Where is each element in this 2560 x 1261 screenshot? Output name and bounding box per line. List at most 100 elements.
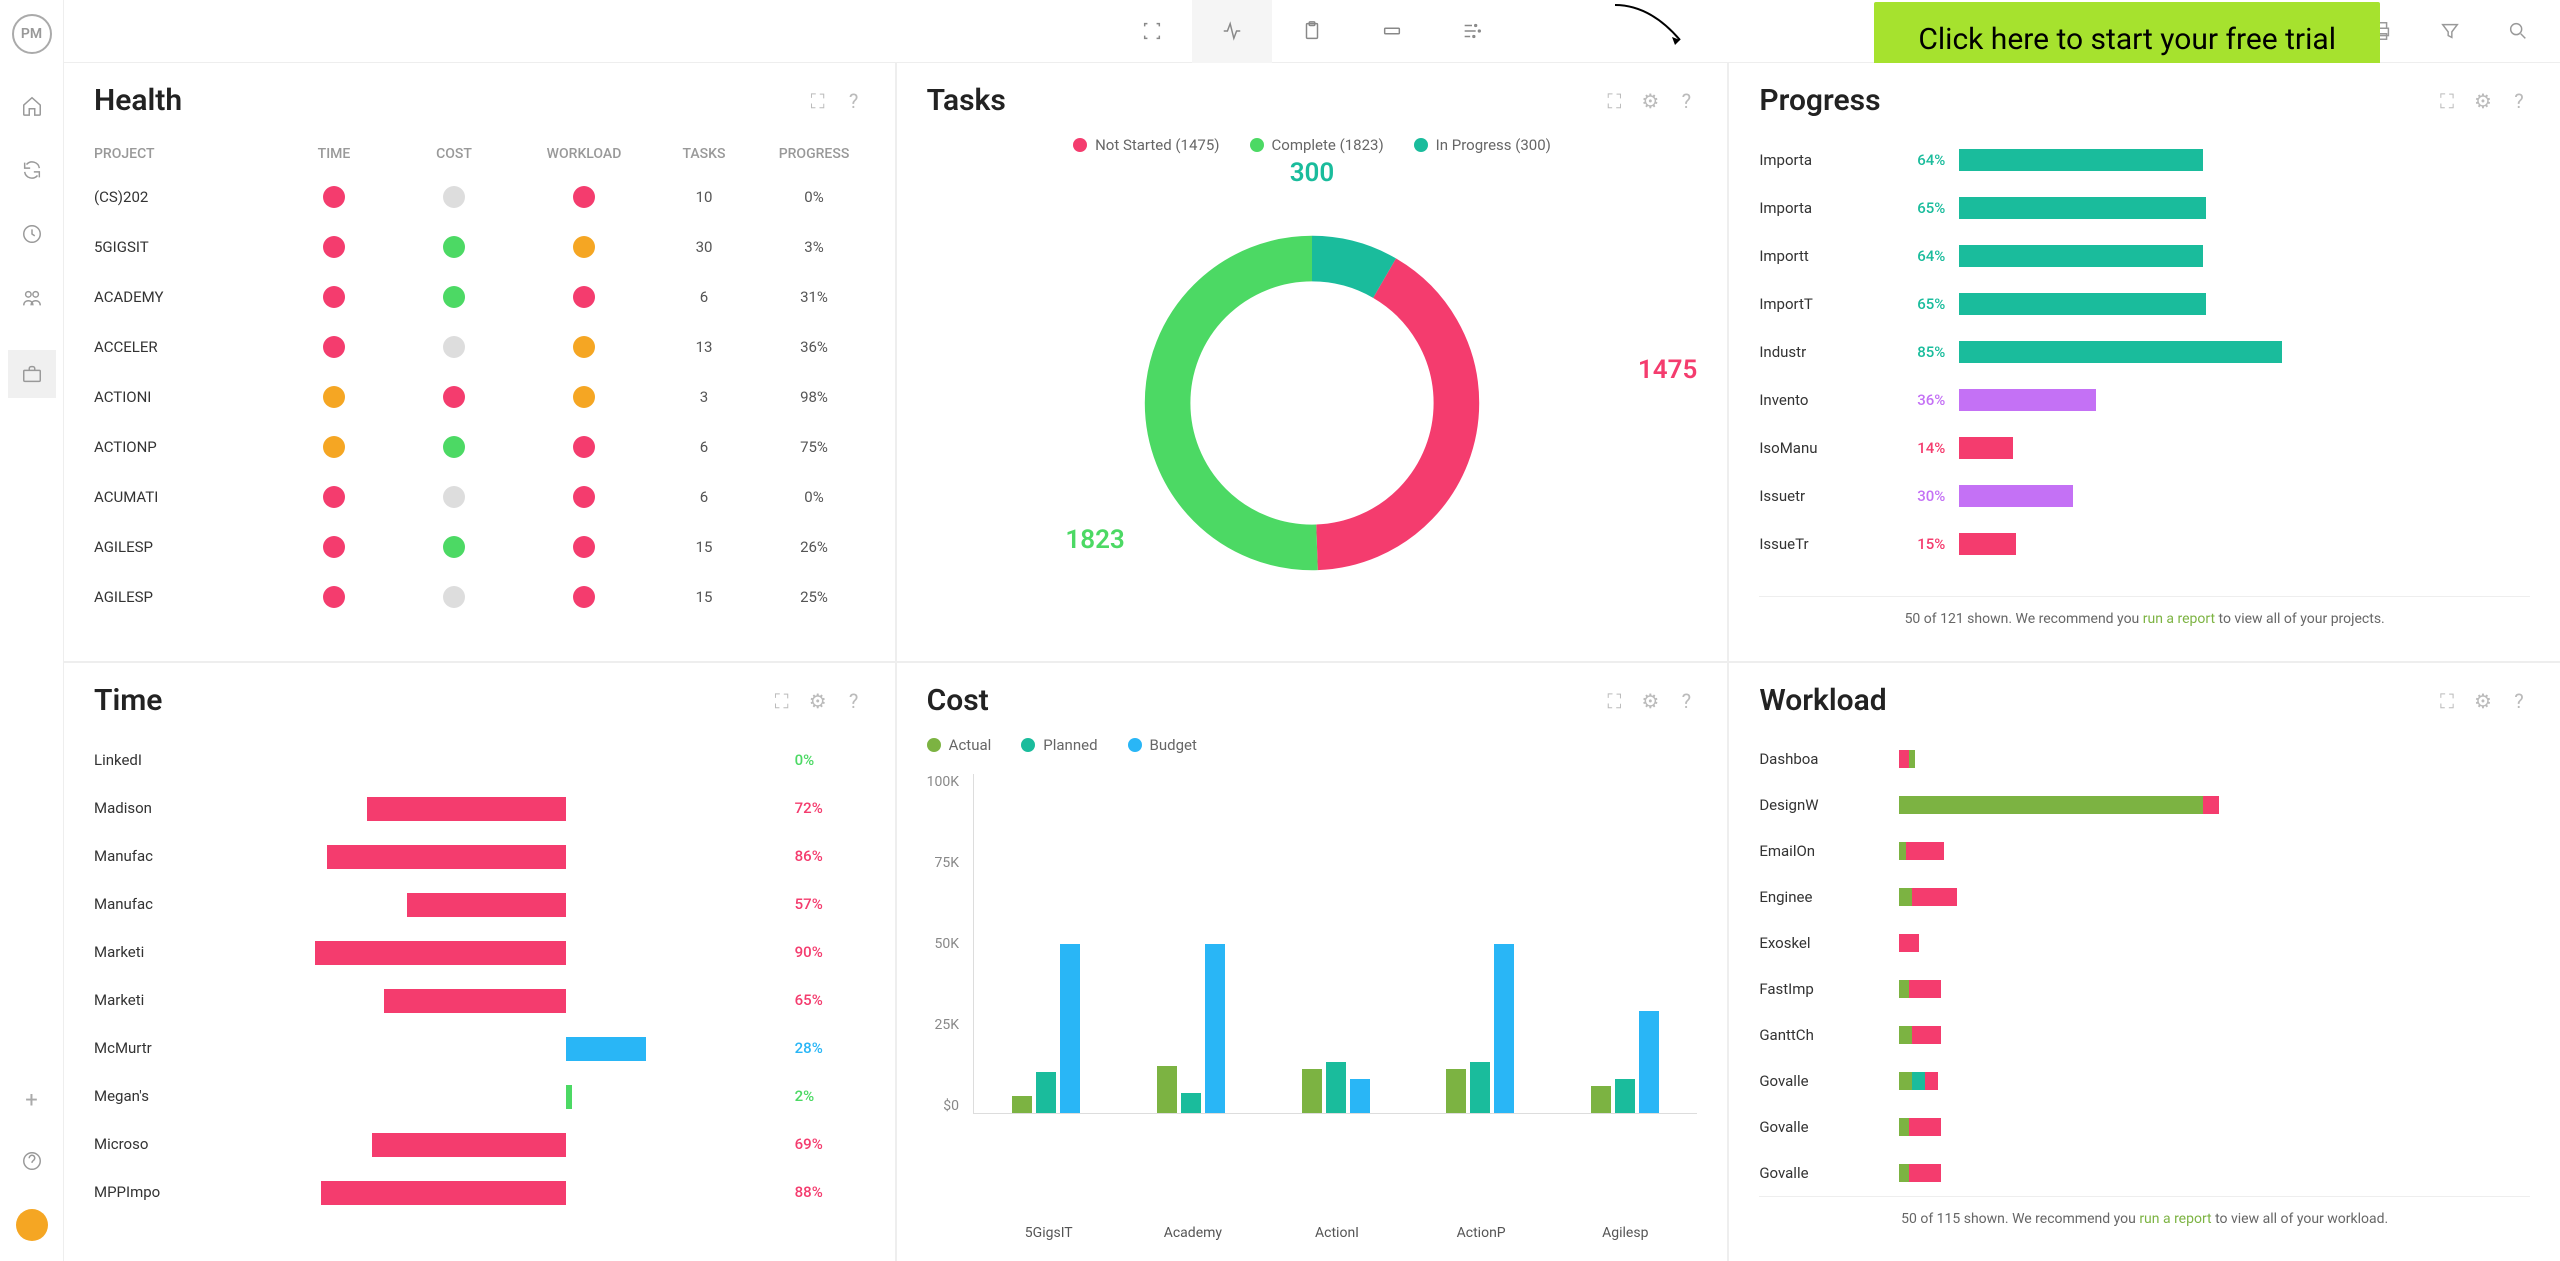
- activity-icon[interactable]: [1192, 0, 1272, 64]
- workload-row[interactable]: Enginee: [1759, 874, 2530, 920]
- workload-row[interactable]: FastImp: [1759, 966, 2530, 1012]
- gear-icon[interactable]: ⚙: [2472, 690, 2494, 712]
- health-columns: PROJECT TIME COST WORKLOAD TASKS PROGRES…: [94, 136, 865, 172]
- health-row[interactable]: ACCELER 13 36%: [94, 322, 865, 372]
- progress-row[interactable]: IsoManu14%: [1759, 424, 2530, 472]
- health-row[interactable]: AGILESP 15 26%: [94, 522, 865, 572]
- gear-icon[interactable]: ⚙: [1639, 690, 1661, 712]
- legend-item: Not Started (1475): [1073, 136, 1219, 154]
- help-icon[interactable]: ?: [843, 90, 865, 112]
- tasks-donut: [1122, 213, 1502, 593]
- search-icon[interactable]: [2506, 19, 2530, 43]
- progress-row[interactable]: Importa65%: [1759, 184, 2530, 232]
- legend-item: Complete (1823): [1250, 136, 1384, 154]
- time-row[interactable]: LinkedI0%: [94, 736, 855, 784]
- progress-widget: Progress ⛶ ⚙ ? Importa64%Importa65%Impor…: [1729, 63, 2560, 661]
- health-row[interactable]: ACTIONP 6 75%: [94, 422, 865, 472]
- health-widget: Health ⛶ ? PROJECT TIME COST WORKLOAD TA…: [64, 63, 895, 661]
- filter-icon[interactable]: [2438, 19, 2462, 43]
- health-row[interactable]: (CS)202 10 0%: [94, 172, 865, 222]
- health-row[interactable]: ACTIONI 3 98%: [94, 372, 865, 422]
- help-icon[interactable]: ?: [2508, 90, 2530, 112]
- cost-title: Cost: [927, 683, 989, 718]
- run-report-link[interactable]: run a report: [2143, 611, 2215, 627]
- scan-icon[interactable]: [1112, 0, 1192, 64]
- help-icon[interactable]: ?: [2508, 690, 2530, 712]
- time-row[interactable]: MPPImpo88%: [94, 1168, 855, 1216]
- cost-bar-group: [974, 774, 1119, 1113]
- time-widget: Time ⛶ ⚙ ? LinkedI0%Madison72%Manufac86%…: [64, 663, 895, 1261]
- donut-label-complete: 1823: [1065, 525, 1124, 555]
- help-icon[interactable]: ?: [1675, 690, 1697, 712]
- health-row[interactable]: ACADEMY 6 31%: [94, 272, 865, 322]
- clock-icon[interactable]: [20, 222, 44, 246]
- time-row[interactable]: Madison72%: [94, 784, 855, 832]
- briefcase-icon[interactable]: [8, 350, 56, 398]
- workload-row[interactable]: DesignW: [1759, 782, 2530, 828]
- team-icon[interactable]: [20, 286, 44, 310]
- cost-bar-group: [1553, 774, 1698, 1113]
- arrow-annotation: [1610, 0, 1690, 50]
- help-icon[interactable]: ?: [843, 690, 865, 712]
- workload-row[interactable]: Govalle: [1759, 1058, 2530, 1104]
- help-icon[interactable]: [20, 1149, 44, 1173]
- tasks-widget: Tasks ⛶ ⚙ ? Not Started (1475)Complete (…: [897, 63, 1728, 661]
- time-row[interactable]: Megan's2%: [94, 1072, 855, 1120]
- workload-row[interactable]: Exoskel: [1759, 920, 2530, 966]
- expand-icon[interactable]: ⛶: [2436, 690, 2458, 712]
- progress-title: Progress: [1759, 83, 1880, 118]
- progress-row[interactable]: Industr85%: [1759, 328, 2530, 376]
- workload-row[interactable]: Govalle: [1759, 1150, 2530, 1196]
- progress-row[interactable]: ImportT65%: [1759, 280, 2530, 328]
- roadmap-icon[interactable]: [1432, 0, 1512, 64]
- time-row[interactable]: Manufac57%: [94, 880, 855, 928]
- card-icon[interactable]: [1352, 0, 1432, 64]
- home-icon[interactable]: [20, 94, 44, 118]
- progress-row[interactable]: Importt64%: [1759, 232, 2530, 280]
- health-row[interactable]: AGILESP 15 25%: [94, 572, 865, 622]
- cost-bar-group: [1119, 774, 1264, 1113]
- gear-icon[interactable]: ⚙: [807, 690, 829, 712]
- time-row[interactable]: Microso69%: [94, 1120, 855, 1168]
- expand-icon[interactable]: ⛶: [1603, 690, 1625, 712]
- health-row[interactable]: ACUMATI 6 0%: [94, 472, 865, 522]
- gear-icon[interactable]: ⚙: [2472, 90, 2494, 112]
- time-row[interactable]: Manufac86%: [94, 832, 855, 880]
- health-title: Health: [94, 83, 182, 118]
- workload-widget: Workload ⛶ ⚙ ? DashboaDesignWEmailOnEngi…: [1729, 663, 2560, 1261]
- workload-row[interactable]: Govalle: [1759, 1104, 2530, 1150]
- health-row[interactable]: 5GIGSIT 30 3%: [94, 222, 865, 272]
- sidebar: PM +: [0, 0, 64, 1261]
- workload-title: Workload: [1759, 683, 1886, 718]
- expand-icon[interactable]: ⛶: [807, 90, 829, 112]
- progress-row[interactable]: IssueTr15%: [1759, 520, 2530, 568]
- logo[interactable]: PM: [12, 14, 52, 54]
- help-icon[interactable]: ?: [1675, 90, 1697, 112]
- run-report-link[interactable]: run a report: [2139, 1211, 2211, 1227]
- cost-widget: Cost ⛶ ⚙ ? ActualPlannedBudget 100K75K50…: [897, 663, 1728, 1261]
- clipboard-icon[interactable]: [1272, 0, 1352, 64]
- time-row[interactable]: Marketi90%: [94, 928, 855, 976]
- add-button[interactable]: +: [25, 1088, 37, 1113]
- legend-item: Actual: [927, 736, 992, 754]
- refresh-icon[interactable]: [20, 158, 44, 182]
- workload-row[interactable]: GanttCh: [1759, 1012, 2530, 1058]
- workload-row[interactable]: Dashboa: [1759, 736, 2530, 782]
- donut-label-in-progress: 300: [1290, 158, 1335, 188]
- time-row[interactable]: Marketi65%: [94, 976, 855, 1024]
- progress-footer: 50 of 121 shown. We recommend you run a …: [1759, 596, 2530, 641]
- expand-icon[interactable]: ⛶: [1603, 90, 1625, 112]
- expand-icon[interactable]: ⛶: [2436, 90, 2458, 112]
- time-title: Time: [94, 683, 162, 718]
- progress-row[interactable]: Invento36%: [1759, 376, 2530, 424]
- topbar: Click here to start your free trial: [64, 0, 2560, 63]
- progress-row[interactable]: Issuetr30%: [1759, 472, 2530, 520]
- avatar[interactable]: [16, 1209, 48, 1241]
- workload-footer: 50 of 115 shown. We recommend you run a …: [1759, 1196, 2530, 1241]
- workload-row[interactable]: EmailOn: [1759, 828, 2530, 874]
- expand-icon[interactable]: ⛶: [771, 690, 793, 712]
- progress-row[interactable]: Importa64%: [1759, 136, 2530, 184]
- gear-icon[interactable]: ⚙: [1639, 90, 1661, 112]
- time-row[interactable]: McMurtr28%: [94, 1024, 855, 1072]
- cost-bar-group: [1263, 774, 1408, 1113]
